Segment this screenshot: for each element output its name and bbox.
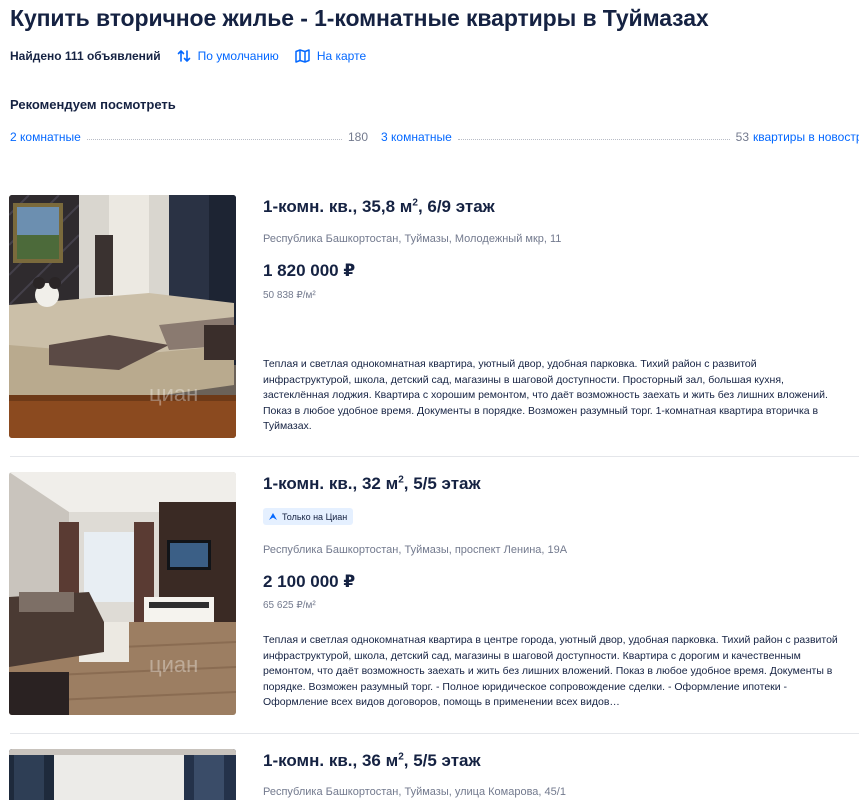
results-count: Найдено 111 объявлений	[10, 49, 161, 63]
recommend-title: Рекомендуем посмотреть	[10, 97, 176, 112]
listing-price: 1 820 000 ₽	[263, 261, 356, 280]
dotted-leader	[86, 139, 342, 140]
listing-title[interactable]: 1-комн. кв., 36 м2, 5/5 этаж	[263, 751, 481, 771]
listing-photo[interactable]	[9, 749, 236, 800]
recommend-item-count: 53	[735, 130, 749, 144]
listing-title[interactable]: 1-комн. кв., 32 м2, 5/5 этаж	[263, 474, 481, 494]
listing-address[interactable]: Республика Башкортостан, Туймазы, проспе…	[263, 544, 567, 556]
divider	[10, 456, 859, 457]
sort-arrows-icon	[177, 50, 190, 62]
map-button[interactable]: На карте	[295, 49, 366, 63]
recommend-item-label[interactable]: 3 комнатные	[381, 130, 452, 144]
sort-button[interactable]: По умолчанию	[177, 49, 279, 63]
listing-address[interactable]: Республика Башкортостан, Туймазы, Молоде…	[263, 233, 561, 245]
listing-price-per-m2: 50 838 ₽/м²	[263, 290, 316, 301]
watermark: циан	[149, 381, 198, 406]
sort-label: По умолчанию	[197, 49, 279, 63]
map-label: На карте	[316, 49, 367, 63]
page-title: Купить вторичное жилье - 1-комнатные ква…	[10, 5, 709, 31]
listing-price-per-m2: 65 625 ₽/м²	[263, 600, 316, 611]
listing-address[interactable]: Республика Башкортостан, Туймазы, улица …	[263, 786, 566, 798]
cian-logo-icon	[269, 513, 277, 520]
results-meta-row: Найдено 111 объявлений По умолчанию На к…	[10, 47, 366, 65]
dotted-leader	[457, 139, 730, 140]
listing-photo[interactable]: циан	[9, 195, 236, 438]
badge-label: Только на Циан	[282, 511, 348, 522]
recommend-item-3-rooms[interactable]: 3 комнатные 53	[381, 128, 749, 144]
map-icon	[295, 49, 310, 63]
exclusive-badge: Только на Циан	[263, 508, 354, 525]
recommend-item-2-rooms[interactable]: 2 комнатные 180	[10, 128, 368, 144]
listing-description: Теплая и светлая однокомнатная квартира,…	[263, 358, 828, 432]
listing-price: 2 100 000 ₽	[263, 572, 356, 591]
divider	[10, 733, 859, 734]
recommend-links: 2 комнатные 180 3 комнатные 53 квартиры …	[10, 128, 859, 144]
listing-title[interactable]: 1-комн. кв., 35,8 м2, 6/9 этаж	[263, 197, 495, 217]
listing-photo[interactable]: циан	[9, 472, 236, 715]
recommend-item-label[interactable]: квартиры в новостр	[753, 130, 859, 144]
recommend-item-new-buildings[interactable]: квартиры в новостр	[753, 128, 859, 144]
recommend-item-label[interactable]: 2 комнатные	[10, 130, 81, 144]
recommend-item-count: 180	[347, 130, 368, 144]
watermark: циан	[149, 652, 198, 677]
listing-description: Теплая и светлая однокомнатная квартира …	[263, 634, 838, 708]
